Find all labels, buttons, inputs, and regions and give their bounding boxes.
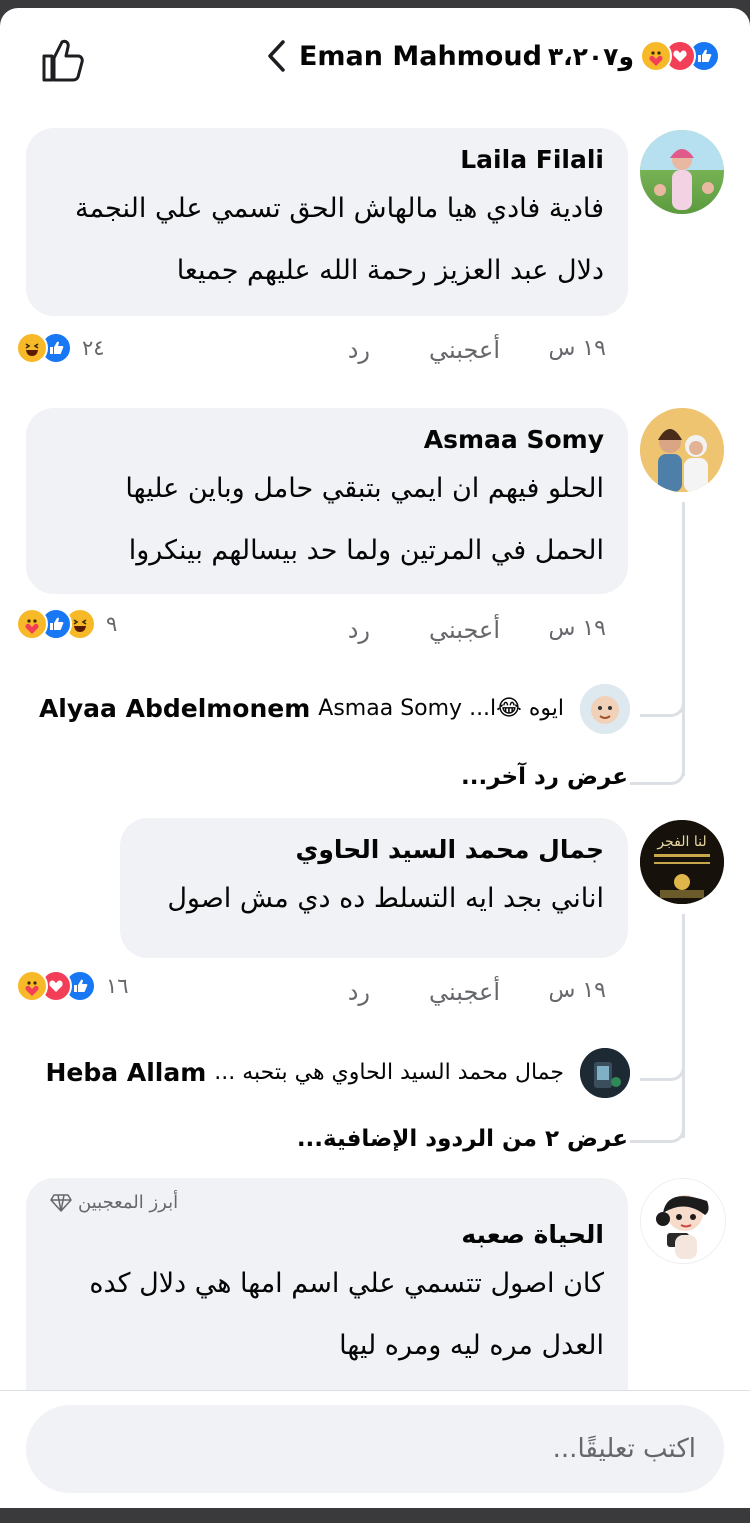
avatar[interactable] <box>640 130 724 214</box>
thread-line <box>640 502 685 776</box>
reply-button[interactable]: رد <box>348 336 370 364</box>
care-icon <box>640 40 672 72</box>
comment-actions: ١٩ س أعجبني رد <box>300 978 606 1018</box>
comment-actions: ١٩ س أعجبني رد <box>300 336 606 376</box>
header-reactions <box>640 40 720 72</box>
avatar[interactable] <box>580 1048 630 1098</box>
avatar[interactable] <box>580 684 630 734</box>
thread-connector <box>630 748 685 785</box>
thread-connector <box>640 1058 685 1081</box>
comment-bubble[interactable]: جمال محمد السيد الحاوي اناني بجد ايه الت… <box>120 818 628 958</box>
like-comment-button[interactable]: أعجبني <box>429 616 500 644</box>
reply-button[interactable]: رد <box>348 616 370 644</box>
comment-author[interactable]: Laila Filali <box>50 142 604 178</box>
comment-composer: اكتب تعليقًا... <box>0 1390 750 1508</box>
comment-text-line: الحمل في المرتين ولما حد بيسالهم بينكروا <box>128 535 604 566</box>
like-comment-button[interactable]: أعجبني <box>429 336 500 364</box>
view-more-replies-link[interactable]: عرض رد آخر... <box>461 764 628 790</box>
avatar[interactable]: لنا الفجر <box>640 820 724 904</box>
comment-text-line: العدل مره ليه ومره ليها <box>339 1330 604 1361</box>
reply-text: ايوه 😂ا... Asmaa Somy <box>318 696 564 721</box>
chevron-left-icon <box>268 40 285 72</box>
comment-text-line: اناني بجد ايه التسلط ده دي مش اصول <box>167 883 604 914</box>
post-author-name: Eman Mahmoud <box>298 40 542 72</box>
thumbs-up-icon <box>42 39 84 82</box>
comment-bubble[interactable]: أبرز المعجبين الحياة صعبه كان اصول تتسمي… <box>26 1178 628 1418</box>
comment-author[interactable]: الحياة صعبه <box>50 1217 604 1253</box>
comment-author[interactable]: جمال محمد السيد الحاوي <box>144 832 604 868</box>
reply-text: جمال محمد السيد الحاوي هي بتحبه ... <box>214 1060 564 1085</box>
reaction-count: و٣،٢٠٧ <box>547 41 634 71</box>
svg-text:لنا الفجر: لنا الفجر <box>656 834 706 850</box>
badge-label: أبرز المعجبين <box>78 1192 179 1213</box>
comment-text-line: دلال عبد العزيز رحمة الله عليهم جميعا <box>176 255 604 286</box>
haha-icon <box>16 332 48 364</box>
reaction-summary-link[interactable]: و٣،٢٠٧ Eman Mahmoud <box>265 34 720 78</box>
comment-author[interactable]: Asmaa Somy <box>50 422 604 458</box>
care-icon <box>16 608 48 640</box>
reply-preview[interactable]: Alyaa Abdelmonem ايوه 😂ا... Asmaa Somy <box>39 694 564 723</box>
avatar[interactable] <box>640 408 724 492</box>
reply-author[interactable]: Heba Allam <box>46 1058 207 1087</box>
comment-text-line: كان اصول تتسمي علي اسم امها هي دلال كده <box>89 1268 604 1299</box>
comment-input[interactable]: اكتب تعليقًا... <box>26 1405 724 1493</box>
view-more-replies-link[interactable]: عرض ٢ من الردود الإضافية... <box>297 1126 628 1152</box>
header: و٣،٢٠٧ Eman Mahmoud <box>0 8 750 108</box>
comment-reactions[interactable]: ١٦ <box>16 970 129 1002</box>
care-icon <box>16 970 48 1002</box>
comment-bubble[interactable]: Laila Filali فادية فادي هيا مالهاش الحق … <box>26 128 628 316</box>
comment-text-line: فادية فادي هيا مالهاش الحق تسمي علي النج… <box>74 193 604 224</box>
comment-reactions[interactable]: ٩ <box>16 608 118 640</box>
reply-author[interactable]: Alyaa Abdelmonem <box>39 694 310 723</box>
thread-line <box>640 914 685 1138</box>
comment-reaction-count: ٩ <box>106 612 118 636</box>
comment-actions: ١٩ س أعجبني رد <box>300 616 606 656</box>
thread-connector <box>630 1108 685 1143</box>
top-fan-badge: أبرز المعجبين <box>50 1192 604 1213</box>
avatar[interactable] <box>640 1178 726 1264</box>
thread-connector <box>640 688 685 717</box>
comment-time: ١٩ س <box>548 336 607 361</box>
comment-text-line: الحلو فيهم ان ايمي بتبقي حامل وباين عليه… <box>125 473 604 504</box>
comment-time: ١٩ س <box>548 978 607 1003</box>
comment-reaction-count: ١٦ <box>106 974 129 998</box>
comment-bubble[interactable]: Asmaa Somy الحلو فيهم ان ايمي بتبقي حامل… <box>26 408 628 594</box>
reply-preview[interactable]: Heba Allam جمال محمد السيد الحاوي هي بتح… <box>46 1058 565 1087</box>
comment-time: ١٩ س <box>548 616 607 641</box>
comments-sheet: و٣،٢٠٧ Eman Mahmoud Laila Filali فادية ف… <box>0 8 750 1508</box>
diamond-icon <box>50 1193 72 1212</box>
comment-reaction-count: ٢٤ <box>82 336 105 360</box>
like-post-button[interactable] <box>40 36 84 84</box>
comment-reactions[interactable]: ٢٤ <box>16 332 105 364</box>
like-comment-button[interactable]: أعجبني <box>429 978 500 1006</box>
reply-button[interactable]: رد <box>348 978 370 1006</box>
